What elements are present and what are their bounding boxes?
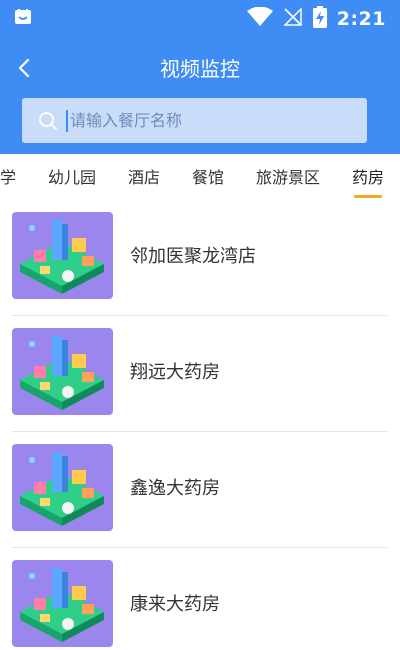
- tab-hotel[interactable]: 酒店: [128, 164, 160, 188]
- tab-kindergarten[interactable]: 幼儿园: [48, 164, 96, 188]
- store-name: 康来大药房: [130, 594, 220, 615]
- header: 视频监控: [0, 34, 400, 154]
- active-tab-indicator: [354, 195, 382, 198]
- page-title: 视频监控: [160, 57, 240, 81]
- store-thumbnail: [12, 212, 113, 299]
- no-signal-icon: [282, 7, 303, 31]
- tab-restaurant[interactable]: 餐馆: [192, 164, 224, 188]
- store-thumbnail: [12, 444, 113, 531]
- tab-school[interactable]: 学: [0, 164, 16, 188]
- search-icon: [38, 111, 58, 131]
- list-item[interactable]: 鑫逸大药房: [12, 432, 387, 548]
- store-name: 翔远大药房: [130, 362, 220, 383]
- tab-pharmacy[interactable]: 药房: [352, 164, 384, 188]
- city-illustration-icon: [20, 452, 104, 526]
- category-tabs: 学 幼儿园 酒店 餐馆 旅游景区 药房: [0, 154, 400, 200]
- status-bar: 2:21: [0, 0, 400, 34]
- store-name: 鑫逸大药房: [130, 478, 220, 499]
- store-name: 邻加医聚龙湾店: [130, 246, 256, 267]
- city-illustration-icon: [20, 568, 104, 642]
- list-item[interactable]: 翔远大药房: [12, 316, 387, 432]
- store-thumbnail: [12, 560, 113, 647]
- store-thumbnail: [12, 328, 113, 415]
- wifi-icon: [246, 6, 273, 31]
- search-box[interactable]: [22, 98, 367, 143]
- search-input[interactable]: [66, 109, 346, 132]
- city-illustration-icon: [20, 220, 104, 294]
- battery-charging-icon: [312, 6, 327, 32]
- city-illustration-icon: [20, 336, 104, 410]
- tab-scenic-area[interactable]: 旅游景区: [256, 164, 320, 188]
- list-item[interactable]: 康来大药房: [12, 548, 387, 650]
- status-time: 2:21: [336, 8, 386, 30]
- app-notification-icon: [14, 8, 32, 30]
- list-item[interactable]: 邻加医聚龙湾店: [12, 200, 387, 316]
